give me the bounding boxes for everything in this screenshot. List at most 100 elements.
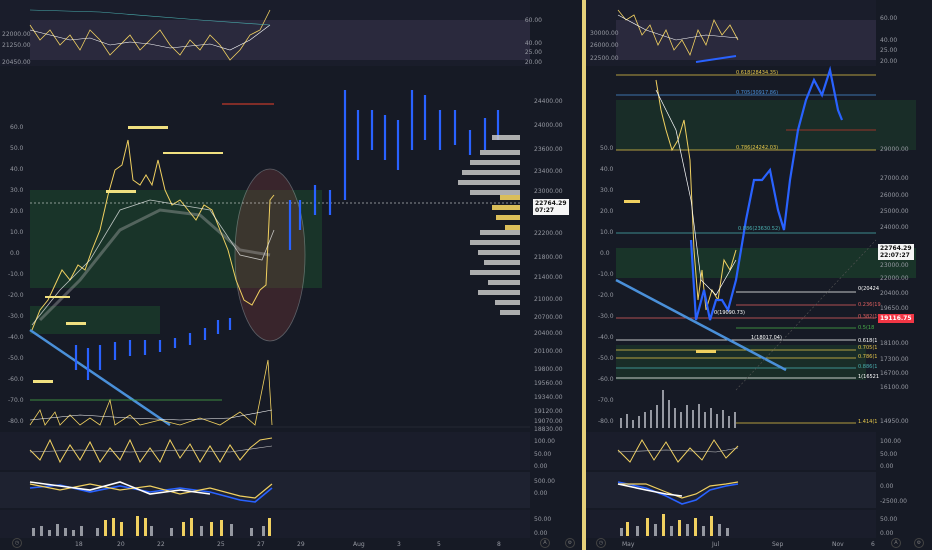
time-label: Sep xyxy=(772,541,784,548)
right-osc-scale-40: 40.00 xyxy=(880,37,898,44)
fib-label: 0.705(30917.86) xyxy=(736,90,779,96)
left-osc-price-1: 22000.00 xyxy=(2,31,31,38)
price-label: 16100.00 xyxy=(880,384,909,391)
time-label: 20 xyxy=(117,541,125,548)
price-label: 23400.00 xyxy=(534,168,563,175)
left-chart-pane[interactable]: 60.00 40.00 25.00 20.00 22000.00 21250.0… xyxy=(0,0,582,550)
right-vol-0: 0.00 xyxy=(880,530,894,537)
right-timezone-icon[interactable]: ◷ xyxy=(596,538,606,548)
right-osc-scale-20: 20.00 xyxy=(880,58,898,65)
left-vol-0: 0.00 xyxy=(534,530,548,537)
left-osc-scale-20: 20.00 xyxy=(524,59,542,66)
price-label: 18100.00 xyxy=(880,340,909,347)
right-auto-scale-icon[interactable]: A xyxy=(891,538,901,548)
y-label: 20.0 xyxy=(10,208,24,215)
price-label: 29000.00 xyxy=(880,146,909,153)
left-rsi-0: 0.00 xyxy=(534,463,548,470)
price-label: 23000.00 xyxy=(880,262,909,269)
price-label: 27000.00 xyxy=(880,175,909,182)
fib-label: 1(18017.04) xyxy=(751,335,782,341)
fib-label: 0.886(23630.52) xyxy=(738,226,781,232)
right-chart-pane[interactable]: 0.618(28434.35) 0.705(30917.86) 0.786(24… xyxy=(586,0,932,550)
left-rsi-100: 100.00 xyxy=(534,438,555,445)
price-label: 18830.00 xyxy=(534,426,563,433)
y-label: -30.0 xyxy=(598,313,614,320)
y-label: -20.0 xyxy=(8,292,24,299)
y-label: 0.0 xyxy=(600,250,610,257)
y-label: -10.0 xyxy=(598,271,614,278)
fib-label: 0.886(1 xyxy=(858,364,878,370)
left-osc-price-2: 21250.00 xyxy=(2,42,31,49)
fib-label: 0(19090.73) xyxy=(714,310,745,316)
fib-label: 0.786(1 xyxy=(858,354,878,360)
price-label: 20400.00 xyxy=(880,290,909,297)
price-label: 20700.00 xyxy=(534,314,563,321)
time-label: 3 xyxy=(397,541,401,548)
price-label: 17300.00 xyxy=(880,356,909,363)
right-red-price-tag: 19116.75 xyxy=(878,314,914,323)
time-label: May xyxy=(622,541,635,548)
fib-label: 0.618(28434.35) xyxy=(736,70,779,76)
left-current-price-tag: 22764.29 07:27 xyxy=(533,199,569,215)
y-label: -40.0 xyxy=(8,334,24,341)
price-label: 23600.00 xyxy=(534,146,563,153)
right-osc-price-1: 30000.00 xyxy=(590,30,619,37)
left-osc-scale-40: 40.00 xyxy=(524,40,542,47)
y-label: 50.0 xyxy=(10,145,24,152)
time-label: 27 xyxy=(257,541,265,548)
left-auto-scale-icon[interactable]: A xyxy=(540,538,550,548)
y-label: -50.0 xyxy=(8,355,24,362)
fib-label: 0.705(1 xyxy=(858,345,878,351)
current-price: 22764.29 xyxy=(535,200,567,207)
price-label: 19120.00 xyxy=(534,408,563,415)
fib-label: 1(16521 xyxy=(858,374,880,380)
price-label: 21000.00 xyxy=(534,296,563,303)
current-price: 22764.29 xyxy=(880,245,912,252)
y-label: 50.0 xyxy=(600,145,614,152)
left-macd-500: 500.00 xyxy=(534,478,555,485)
y-label: -50.0 xyxy=(598,355,614,362)
left-timezone-icon[interactable]: ◷ xyxy=(12,538,22,548)
fib-label: 0.786(24242.03) xyxy=(736,145,779,151)
left-osc-scale-25: 25.00 xyxy=(524,49,542,56)
y-label: 10.0 xyxy=(10,229,24,236)
y-label: -40.0 xyxy=(598,334,614,341)
y-label: -30.0 xyxy=(8,313,24,320)
y-label: -80.0 xyxy=(598,418,614,425)
countdown: 07:27 xyxy=(535,207,555,214)
right-rsi-50: 50.00 xyxy=(880,451,898,458)
price-label: 19340.00 xyxy=(534,394,563,401)
price-label: 22000.00 xyxy=(880,275,909,282)
right-osc-scale-60: 60.00 xyxy=(880,15,898,22)
left-settings-icon[interactable]: ⚙ xyxy=(565,538,575,548)
fib-label: 0.618(1 xyxy=(858,338,878,344)
price-label: 19070.00 xyxy=(534,418,563,425)
time-label: 6 xyxy=(871,541,875,548)
countdown: 22:07:27 xyxy=(880,252,910,259)
y-label: -10.0 xyxy=(8,271,24,278)
right-osc-price-3: 22500.00 xyxy=(590,55,619,62)
fib-label: 0.236(19 xyxy=(858,302,881,308)
time-label: Jul xyxy=(712,541,720,548)
fib-label: 0.5(18 xyxy=(858,325,875,331)
price-label: 26000.00 xyxy=(880,192,909,199)
y-label: -60.0 xyxy=(598,376,614,383)
time-label: Aug xyxy=(353,541,365,548)
left-chart-canvas[interactable] xyxy=(0,0,582,550)
price-label: 19800.00 xyxy=(534,366,563,373)
y-label: -70.0 xyxy=(8,397,24,404)
y-label: -60.0 xyxy=(8,376,24,383)
price-label: 20400.00 xyxy=(534,330,563,337)
y-label: -80.0 xyxy=(8,418,24,425)
right-macd-0: 0.00 xyxy=(880,483,894,490)
left-vol-50: 50.00 xyxy=(534,516,552,523)
y-label: 60.0 xyxy=(10,124,24,131)
right-osc-scale-25: 25.00 xyxy=(880,47,898,54)
right-current-price-tag: 22764.29 22:07:27 xyxy=(878,244,914,260)
time-label: Nov xyxy=(832,541,844,548)
price-label: 14950.00 xyxy=(880,418,909,425)
right-macd-neg: -2500.00 xyxy=(880,498,907,505)
right-settings-icon[interactable]: ⚙ xyxy=(914,538,924,548)
time-label: 22 xyxy=(157,541,165,548)
fib-label: 0(20424 xyxy=(858,286,880,292)
